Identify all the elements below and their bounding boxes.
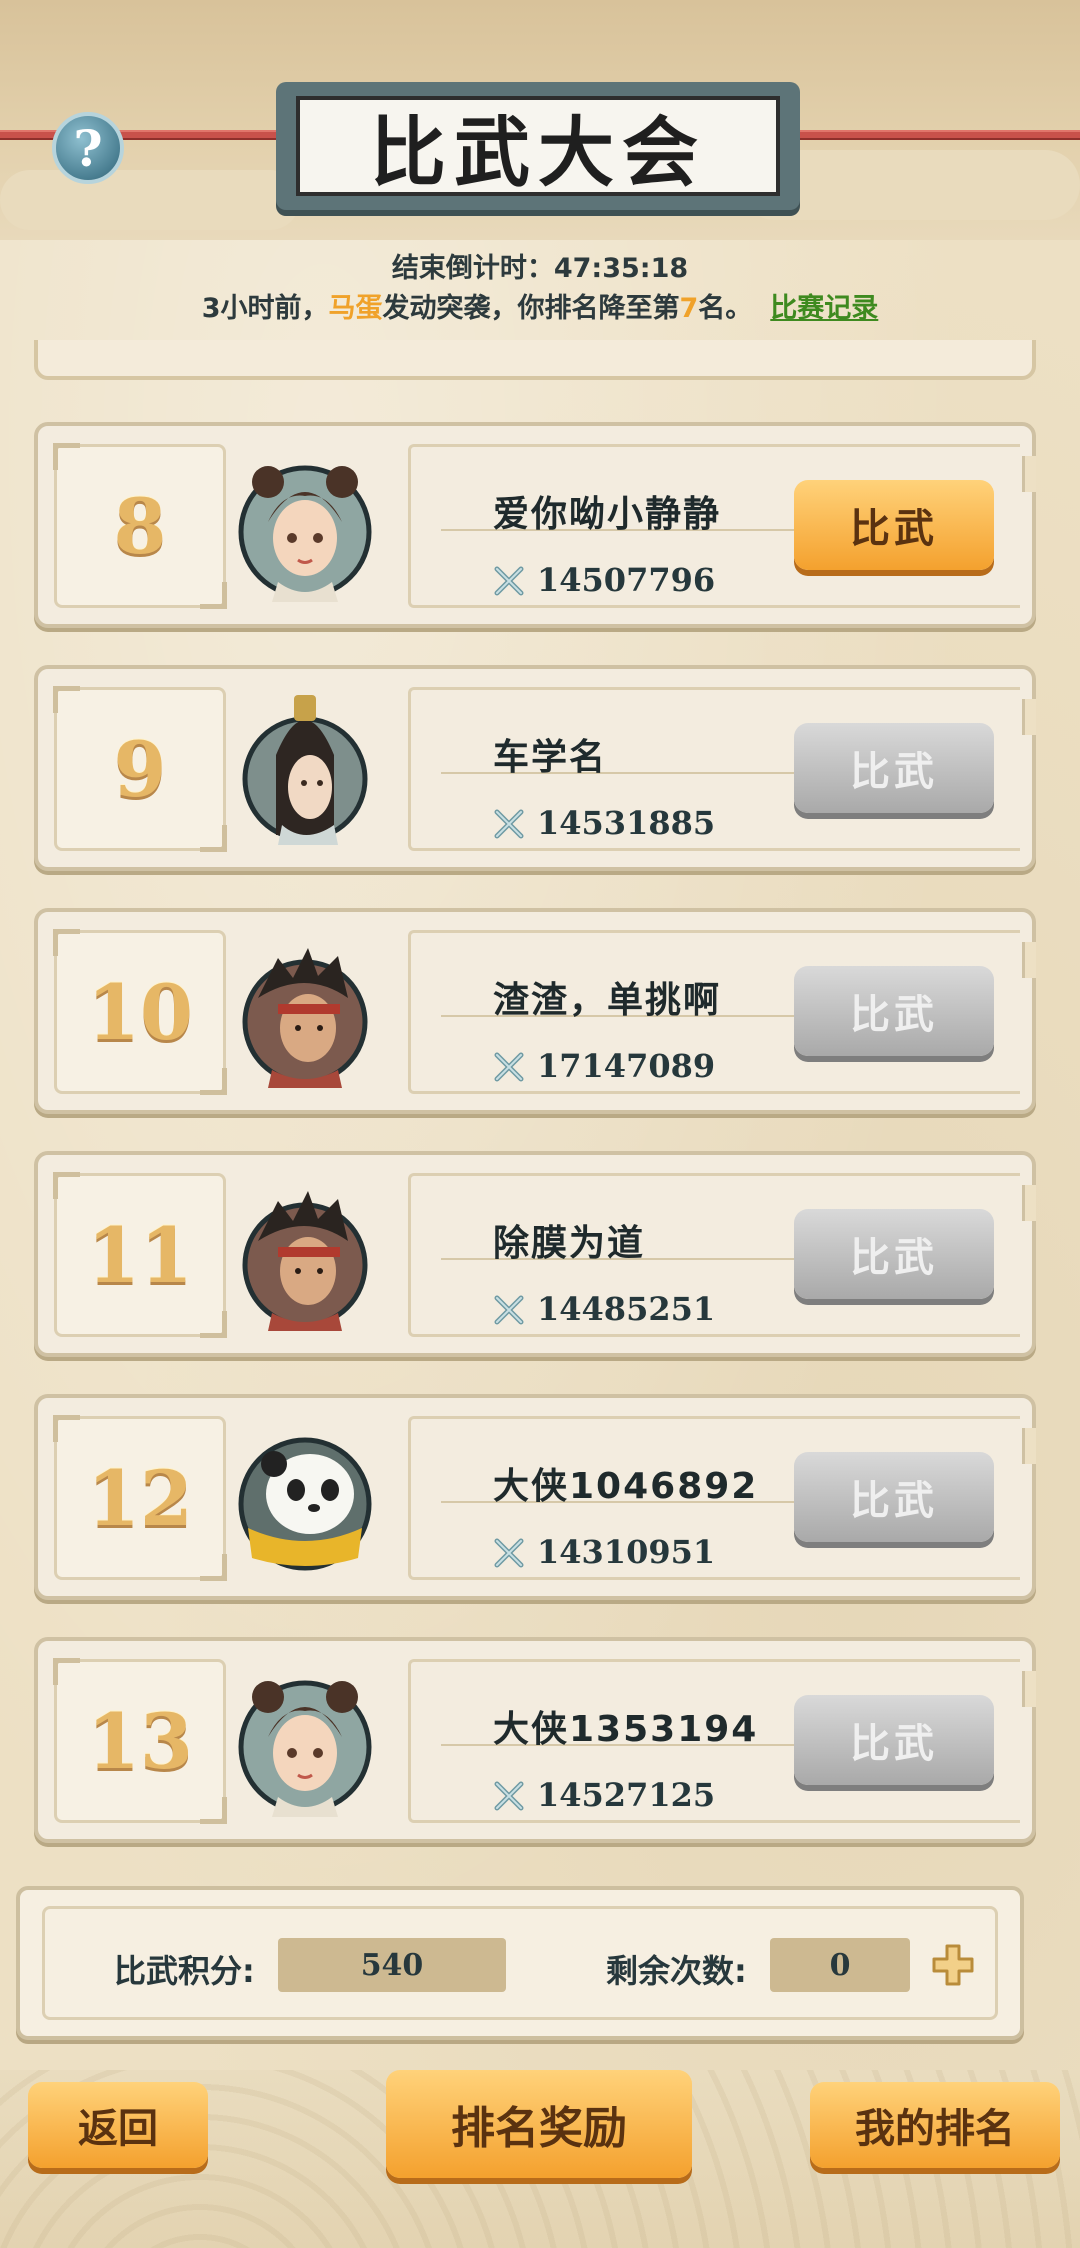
notice-middle: 发动突袭，你排名降至第 [382,293,680,324]
my-rank-button[interactable]: 我的排名 [810,2082,1060,2168]
avatar-female-hairbuns [238,1680,372,1817]
countdown: 结束倒计时：47:35:18 [0,246,1080,285]
rank-box: 10 [53,929,227,1095]
power-value: 14507796 [537,561,716,599]
opponent-card: 9 车学名 14531885 比武 [34,665,1036,871]
avatar-male-headband [242,948,368,1088]
remaining-value-text: 0 [829,1947,851,1983]
fight-button[interactable]: 比武 [794,1452,994,1542]
player-name: 渣渣，单挑啊 [493,980,722,1021]
partial-card-top [34,340,1036,380]
crossed-swords-icon [494,1052,524,1082]
fight-button-label: 比武 [850,1478,938,1524]
page-title: 比武大会 [370,108,706,197]
fight-button[interactable]: 比武 [794,1695,994,1785]
countdown-time: 47:35:18 [553,253,689,284]
points-value: 540 [278,1938,506,1992]
power-value: 14527125 [537,1776,716,1814]
opponent-card: 11 除膜为道 14485251 比武 [34,1151,1036,1357]
fight-button-label: 比武 [850,1721,938,1767]
rank-box: 9 [53,686,227,852]
attacker-name: 马蛋 [328,293,383,324]
rope-right [786,130,1080,140]
notice-suffix: 名。 [698,293,753,324]
rank-number: 13 [87,1696,193,1786]
rank-number: 8 [113,481,167,571]
opponent-card: 10 渣渣，单挑啊 17147089 比武 [34,908,1036,1114]
opponent-card: 12 大侠1046892 14310951 比武 [34,1394,1036,1600]
crossed-swords-icon [494,1295,524,1325]
player-name: 除膜为道 [493,1223,646,1264]
fight-button[interactable]: 比武 [794,723,994,813]
rank-number: 12 [87,1453,193,1543]
avatar-panda [238,1437,372,1571]
rank-number: 10 [87,967,193,1057]
help-button[interactable]: ? [52,112,124,184]
fight-button-label: 比武 [850,749,938,795]
fight-button-label: 比武 [850,992,938,1038]
fight-button[interactable]: 比武 [794,480,994,570]
remaining-label: 剩余次数: [606,1952,747,1990]
player-name: 大侠1046892 [493,1466,759,1507]
power-value: 14531885 [537,804,716,842]
countdown-label: 结束倒计时： [391,253,554,284]
notice-prefix: 3小时前， [201,293,329,324]
fight-button[interactable]: 比武 [794,966,994,1056]
rank-box: 8 [53,443,227,609]
fight-button-label: 比武 [850,506,938,552]
title-plaque: 比武大会 [276,82,800,210]
crossed-swords-icon [494,1781,524,1811]
crossed-swords-icon [494,566,524,596]
avatar-female-hairbuns [238,465,372,602]
avatar-male-topknot [242,695,368,845]
opponent-list[interactable]: 8 爱你呦小静静 14507796 比武 9 车学名 14531885 比武 1… [0,340,1080,1850]
stats-panel: 比武积分: 540 剩余次数: 0 [16,1886,1024,2040]
rank-number: 9 [113,724,167,814]
back-button[interactable]: 返回 [28,2082,208,2168]
crossed-swords-icon [494,1538,524,1568]
current-rank: 7 [679,293,699,324]
remaining-value: 0 [770,1938,910,1992]
power-value: 14485251 [537,1290,716,1328]
crossed-swords-icon [494,809,524,839]
fight-button-label: 比武 [850,1235,938,1281]
avatar-male-headband [242,1191,368,1331]
power-value: 14310951 [537,1533,716,1571]
plus-icon[interactable] [930,1942,976,1988]
rank-rewards-button-label: 排名奖励 [451,2103,627,2154]
opponent-card: 13 大侠1353194 14527125 比武 [34,1637,1036,1843]
rank-box: 13 [53,1658,227,1824]
question-icon: ? [73,118,103,178]
rope-left [0,130,290,140]
match-record-link[interactable]: 比赛记录 [770,293,878,324]
fight-button[interactable]: 比武 [794,1209,994,1299]
opponent-card: 8 爱你呦小静静 14507796 比武 [34,422,1036,628]
player-name: 爱你呦小静静 [493,494,722,535]
rank-number: 11 [87,1210,193,1300]
rank-box: 12 [53,1415,227,1581]
player-name: 车学名 [493,737,608,778]
rank-notice: 3小时前，马蛋发动突袭，你排名降至第7名。 比赛记录 [0,286,1080,325]
rank-box: 11 [53,1172,227,1338]
my-rank-button-label: 我的排名 [855,2106,1015,2152]
points-label: 比武积分: [114,1952,255,1990]
points-value-text: 540 [360,1947,424,1983]
rank-rewards-button[interactable]: 排名奖励 [386,2070,692,2178]
back-button-label: 返回 [78,2106,158,2152]
power-value: 17147089 [537,1047,716,1085]
player-name: 大侠1353194 [493,1709,759,1750]
